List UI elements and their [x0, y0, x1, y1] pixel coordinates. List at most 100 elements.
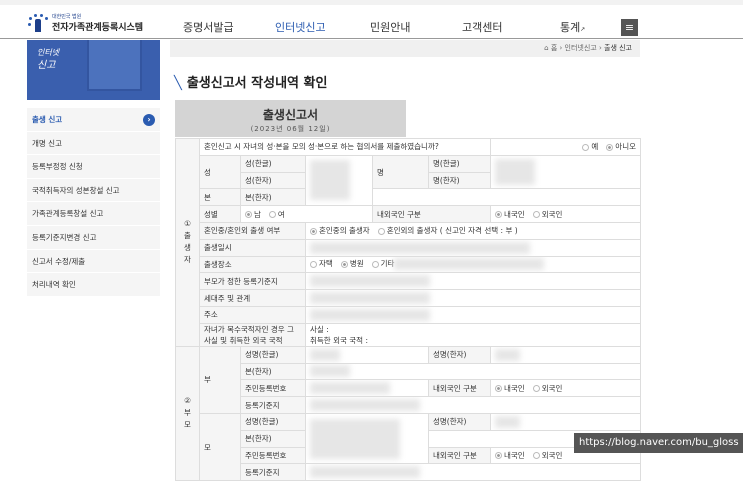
sidebar-item-edit-submit[interactable]: 신고서 수정/제출: [27, 250, 160, 274]
nav-certificate[interactable]: 증명서발급: [183, 19, 234, 35]
mother-name-hangul-value: [305, 412, 429, 465]
sidebar-item-label: 출생 신고: [32, 115, 63, 124]
radio-home[interactable]: 자택: [310, 259, 333, 268]
banner-line2: 신고: [37, 60, 56, 71]
surname-hanja-label: 성(한자): [240, 171, 306, 190]
sidebar-item-registry-creation[interactable]: 가족관계등록창설 신고: [27, 202, 160, 226]
section-banner: 인터넷신고: [27, 40, 160, 100]
external-link-icon: ↗: [580, 26, 586, 33]
sidebar-item-birth-report[interactable]: 출생 신고 ›: [27, 108, 160, 132]
surname-hangul-label: 성(한글): [240, 154, 306, 173]
mother-bon-label: 본(한자): [240, 429, 306, 448]
sidebar-item-base-change[interactable]: 등록기준지변경 신고: [27, 226, 160, 250]
home-icon: ⌂: [544, 44, 549, 52]
nav-statistics[interactable]: 통계↗: [560, 19, 585, 35]
sidebar-item-surname-creation[interactable]: 국적취득자의 성본창설 신고: [27, 179, 160, 203]
father-rrn-value: [305, 379, 429, 398]
radio-out-marriage[interactable]: 혼인외의 출생자: [377, 226, 437, 235]
mother-reg-base-value: [305, 463, 641, 481]
birth-report-table: ① 출 생 자 혼인신고 시 자녀의 성·본을 모의 성·본으로 하는 협의서를…: [175, 138, 641, 481]
chevron-right-icon: ›: [143, 114, 155, 126]
mother-nationality-label: 내외국인 구분: [428, 446, 491, 465]
dual-nationality-label: 자녀가 복수국적자인 경우 그 사실 및 취득한 외국 국적: [199, 322, 306, 347]
fact-label: 사실 :: [310, 324, 329, 334]
surname-label: 성: [199, 154, 241, 190]
title-mark-icon: ╲: [174, 76, 182, 91]
father-radio-foreign[interactable]: 외국인: [532, 384, 562, 393]
sidebar-item-name-change[interactable]: 개명 신고: [27, 132, 160, 156]
blog-watermark: https://blog.naver.com/bu_gloss: [574, 433, 743, 453]
page-title-text: 출생신고서 작성내역 확인: [186, 76, 328, 91]
nav-internet-report[interactable]: 인터넷신고: [275, 19, 326, 35]
menu-button[interactable]: ≡: [621, 19, 638, 36]
breadcrumb-home[interactable]: 홈: [551, 44, 557, 52]
empty-cell: [372, 188, 641, 207]
mother-name-hanja-value: [490, 412, 641, 431]
father-label: 부: [199, 345, 241, 414]
breadcrumb-current: 출생 신고: [604, 44, 632, 52]
mother-name-hangul-label: 성명(한글): [240, 412, 306, 431]
section-child: ① 출 생 자: [175, 138, 200, 347]
laptop-image: [87, 40, 142, 91]
radio-in-marriage[interactable]: 혼인중의 출생자: [310, 226, 370, 235]
logo-subtitle: 대한민국 법원: [52, 14, 82, 20]
logo[interactable]: 대한민국 법원전자가족관계등록시스템: [27, 13, 143, 33]
mother-reg-base-label: 등록기준지: [240, 463, 306, 481]
address-value: [305, 305, 641, 324]
reg-base-value: [305, 272, 641, 291]
householder-label: 세대주 및 관계: [199, 289, 306, 307]
birth-datetime-label: 출생일시: [199, 238, 306, 257]
header: 대한민국 법원전자가족관계등록시스템 증명서발급 인터넷신고 민원안내 고객센터…: [0, 5, 743, 39]
sex-label: 성별: [199, 205, 241, 223]
father-nationality-label: 내외국인 구분: [428, 379, 491, 398]
banner-line1: 인터넷: [37, 48, 60, 57]
mother-label: 모: [199, 412, 241, 481]
breadcrumb-level1[interactable]: 인터넷신고: [565, 44, 597, 52]
surname-value: [305, 154, 373, 207]
logo-title: 전자가족관계등록시스템: [52, 23, 144, 33]
mother-rrn-label: 주민등록번호: [240, 446, 306, 465]
section-parents: ② 부 모: [175, 345, 200, 481]
page-title: ╲ 출생신고서 작성내역 확인: [174, 72, 327, 91]
radio-female[interactable]: 여: [268, 210, 285, 219]
father-name-hangul-label: 성명(한글): [240, 345, 306, 364]
sidebar-menu: 출생 신고 › 개명 신고 등록부정정 신청 국적취득자의 성본창설 신고 가족관…: [27, 108, 160, 297]
father-name-hangul-value: [305, 345, 429, 364]
form-date: (2023년 06월 12일): [250, 125, 331, 133]
father-reg-base-value: [305, 396, 641, 414]
nav-customer-center[interactable]: 고객센터: [462, 19, 502, 35]
bon-hanja-label: 본(한자): [240, 188, 306, 207]
bon-label: 본: [199, 188, 241, 207]
father-bon-label: 본(한자): [240, 362, 306, 381]
sidebar-item-history[interactable]: 처리내역 확인: [27, 273, 160, 297]
radio-other[interactable]: 기타: [371, 259, 394, 268]
nav-civil-guide[interactable]: 민원안내: [370, 19, 410, 35]
mother-name-hanja-label: 성명(한자): [428, 412, 491, 431]
address-label: 주소: [199, 305, 306, 324]
radio-domestic[interactable]: 내국인: [495, 210, 525, 219]
given-hangul-label: 명(한글): [428, 154, 491, 173]
reg-base-label: 부모가 정한 등록기준지: [199, 272, 306, 291]
radio-foreign[interactable]: 외국인: [532, 210, 562, 219]
radio-male[interactable]: 남: [245, 210, 261, 219]
father-name-hanja-value: [490, 345, 641, 364]
qualification-text: ( 신고인 자격 선택 : 부 ): [439, 226, 518, 236]
father-rrn-label: 주민등록번호: [240, 379, 306, 398]
father-reg-base-label: 등록기준지: [240, 396, 306, 414]
nav-statistics-label: 통계: [560, 21, 581, 34]
father-radio-domestic[interactable]: 내국인: [495, 384, 525, 393]
marital-label: 혼인중/혼인외 출생 여부: [199, 221, 306, 240]
breadcrumb: ⌂ 홈 › 인터넷신고 › 출생 신고: [170, 40, 640, 57]
father-name-hanja-label: 성명(한자): [428, 345, 491, 364]
given-value: [490, 154, 641, 190]
householder-value: [305, 289, 641, 307]
radio-yes[interactable]: 예: [582, 142, 598, 151]
father-bon-value: [305, 362, 641, 381]
given-hanja-label: 명(한자): [428, 171, 491, 190]
sidebar-item-correction[interactable]: 등록부정정 신청: [27, 155, 160, 179]
radio-no[interactable]: 아니오: [606, 142, 636, 151]
given-label: 명: [372, 154, 429, 190]
radio-hospital[interactable]: 병원: [340, 259, 364, 268]
question-label: 혼인신고 시 자녀의 성·본을 모의 성·본으로 하는 협의서를 제출하였습니까…: [199, 138, 491, 156]
form-header: 출생신고서 (2023년 06월 12일): [175, 100, 406, 137]
